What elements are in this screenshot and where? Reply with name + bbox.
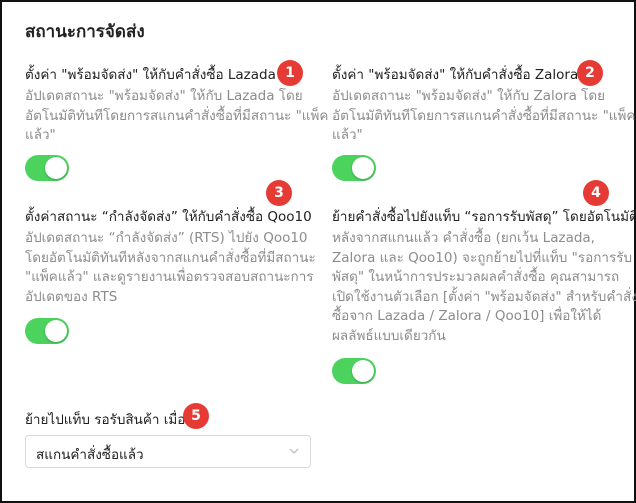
lazada-ready-to-ship-toggle[interactable] [25, 155, 69, 181]
section-title: ตั้งค่าสถานะ “กำลังจัดส่ง” ให้กับคำสั่งซ… [25, 209, 312, 225]
badge-5: 5 [183, 403, 209, 429]
auto-move-pickup-toggle[interactable] [332, 358, 376, 384]
settings-panel: สถานะการจัดส่ง ตั้งค่า "พร้อมจัดส่ง" ให้… [0, 0, 636, 503]
badge-1: 1 [277, 60, 303, 86]
qoo10-shipping-toggle[interactable] [25, 318, 69, 344]
section-description: อัปเดตสถานะ “กำลังจัดส่ง” (RTS) ไปยัง Qo… [25, 230, 316, 305]
zalora-ready-to-ship-toggle[interactable] [332, 155, 376, 181]
move-tab-select[interactable]: สแกนคำสั่งซื้อแล้ว [25, 435, 311, 468]
toggle-knob [352, 157, 374, 179]
section-qoo10-shipping: ตั้งค่าสถานะ “กำลังจัดส่ง” ให้กับคำสั่งซ… [25, 208, 316, 307]
badge-2: 2 [577, 60, 603, 86]
move-tab-label: ย้ายไปแท็บ รอรับสินค้า เมื่อ [25, 412, 186, 428]
section-title: ย้ายคำสั่งซื้อไปยังแท็บ “รอการรับพัสดุ” … [332, 209, 636, 225]
toggle-knob [352, 360, 374, 382]
section-description: หลังจากสแกนแล้ว คำสั่งซื้อ (ยกเว้น Lazad… [332, 230, 636, 344]
toggle-knob [45, 320, 67, 342]
toggle-knob [45, 157, 67, 179]
section-description: อัปเดตสถานะ "พร้อมจัดส่ง" ให้กับ Lazada … [25, 88, 329, 143]
badge-3: 3 [266, 180, 292, 206]
chevron-down-icon [289, 448, 299, 454]
page-title: สถานะการจัดส่ง [25, 22, 145, 42]
section-auto-move-pickup: ย้ายคำสั่งซื้อไปยังแท็บ “รอการรับพัสดุ” … [332, 208, 636, 346]
section-description: อัปเดตสถานะ "พร้อมจัดส่ง" ให้กับ Zalora … [332, 88, 636, 143]
section-move-tab: ย้ายไปแท็บ รอรับสินค้า เมื่อ [25, 411, 185, 429]
select-value: สแกนคำสั่งซื้อแล้ว [36, 447, 144, 463]
badge-4: 4 [583, 180, 609, 206]
